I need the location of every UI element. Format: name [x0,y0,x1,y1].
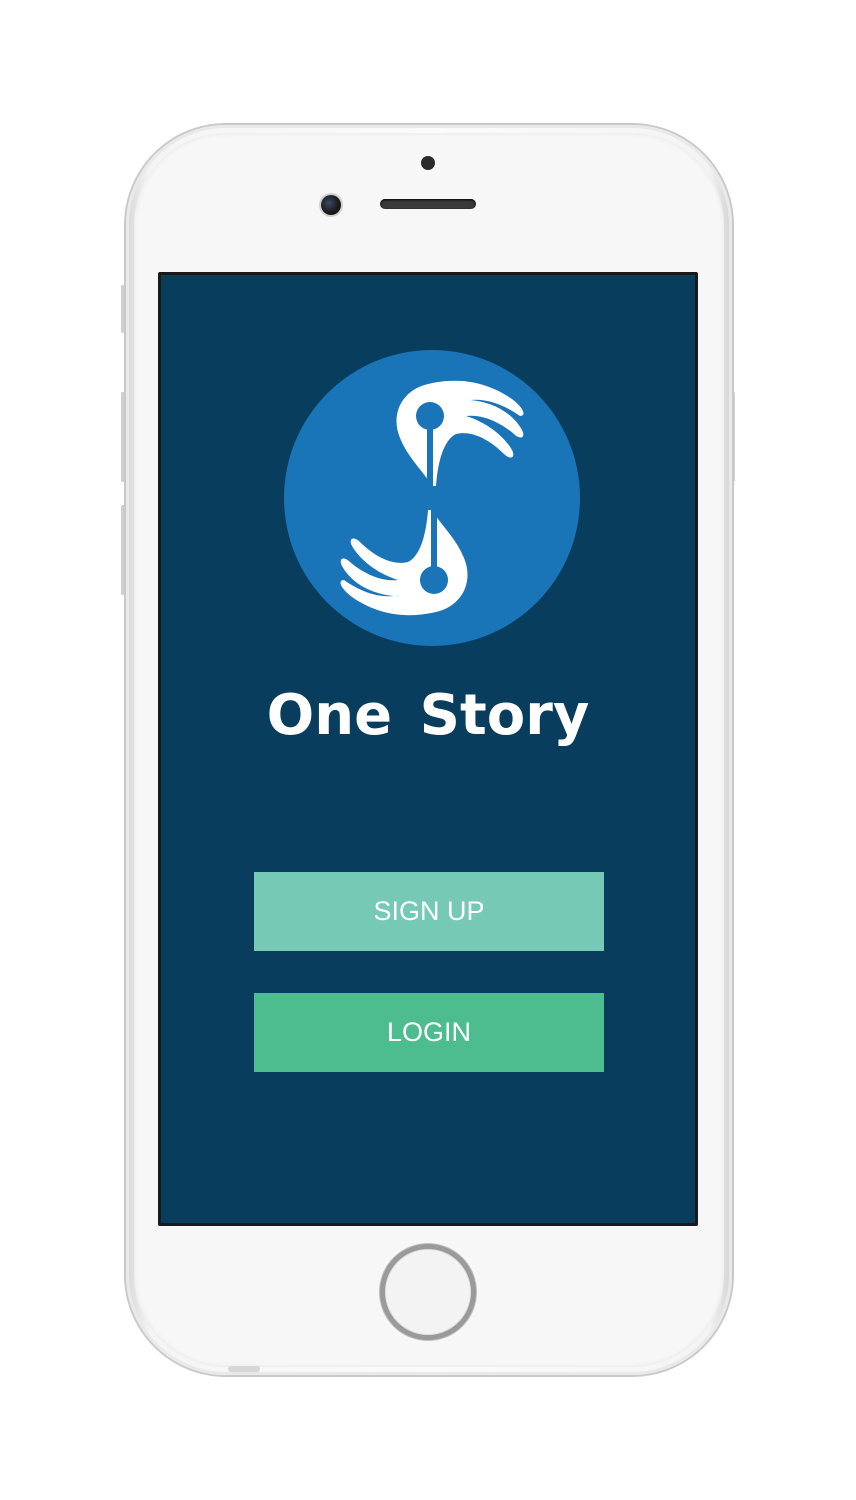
one-story-logo-icon [284,350,580,646]
device-mockup: One Story SIGN UP LOGIN [0,0,856,1500]
front-camera [321,195,341,215]
proximity-sensor [421,156,435,170]
bottom-edge-detail [228,1366,260,1372]
sign-up-button[interactable]: SIGN UP [254,872,604,951]
login-button[interactable]: LOGIN [254,993,604,1072]
app-screen: One Story SIGN UP LOGIN [158,272,698,1226]
app-title: One Story [266,683,590,748]
home-button-icon[interactable] [380,1244,476,1340]
earpiece-speaker [380,199,476,209]
